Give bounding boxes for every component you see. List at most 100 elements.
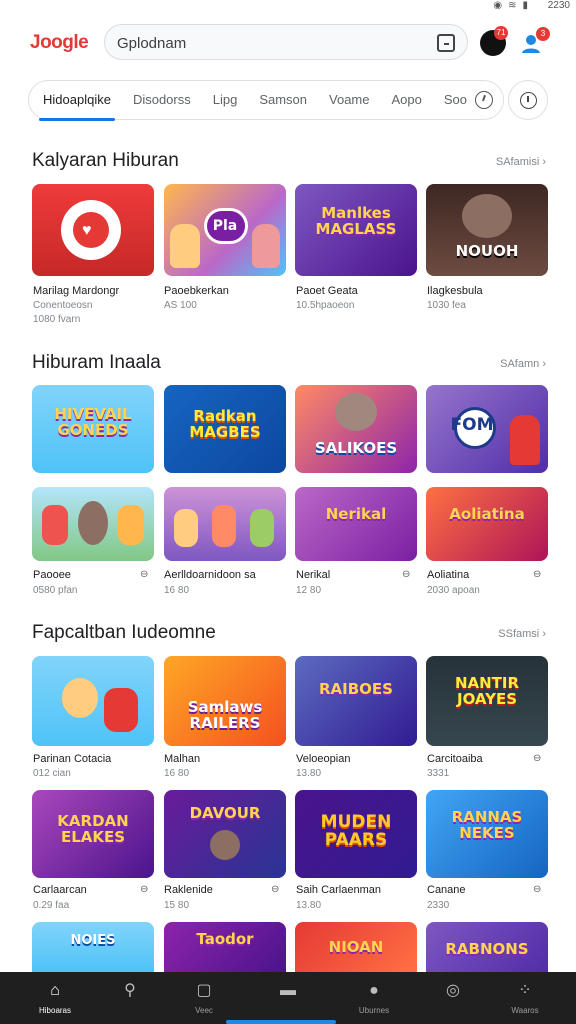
nav-item-search[interactable]: ⚲	[100, 982, 160, 1000]
game-card[interactable]: NANTIR JOAYES	[426, 656, 548, 746]
game-card[interactable]: MUDEN PAARS	[295, 790, 417, 878]
game-title[interactable]: Aoliatina	[427, 569, 469, 581]
game-title[interactable]: Canane	[427, 884, 466, 896]
nav-item-window[interactable]: ▢ Veec	[174, 982, 234, 1015]
search-input[interactable]: Gplodnam	[117, 35, 186, 52]
game-subtitle: 2330	[427, 900, 450, 911]
game-card[interactable]: FOM	[426, 385, 548, 473]
thumb-title: RANNAS NEKES	[451, 808, 523, 842]
download-icon[interactable]: ⊖	[140, 884, 148, 895]
thumb-title: NOUOH	[455, 242, 519, 260]
game-title[interactable]: Veloeopian	[296, 753, 350, 765]
game-title[interactable]: Paoet Geata	[296, 285, 358, 297]
game-card[interactable]: NOIES	[32, 922, 154, 972]
notification-badge: 71	[494, 26, 508, 40]
search-icon: ⚲	[124, 982, 136, 999]
tab-4[interactable]: Voame	[329, 80, 369, 120]
game-title[interactable]: Carcitoaiba	[427, 753, 483, 765]
game-subtitle: Conentoeosn	[33, 300, 93, 311]
games-icon: ●	[369, 982, 379, 999]
game-card[interactable]	[164, 487, 286, 561]
game-subtitle: 3331	[427, 768, 450, 779]
nav-item-home[interactable]: ⌂ Hiboaras	[25, 982, 85, 1015]
game-card[interactable]: Nerikal	[295, 487, 417, 561]
game-title[interactable]: Malhan	[164, 753, 200, 765]
game-card[interactable]: HIVEVAIL GONEDS	[32, 385, 154, 473]
tab-2[interactable]: Lipg	[213, 80, 238, 120]
game-subtitle: 13.80	[296, 768, 322, 779]
thumb-title: Manlkes MAGLASS	[315, 204, 397, 238]
game-title[interactable]: Paooee	[33, 569, 71, 581]
game-subtitle: 16 80	[164, 585, 190, 596]
download-icon[interactable]: ⊖	[533, 884, 541, 895]
nav-item-explore[interactable]: ◎	[423, 982, 483, 1000]
game-card[interactable]: RAIBOES	[295, 656, 417, 746]
see-more-link[interactable]: SAfamn ›	[500, 358, 546, 370]
tab-1[interactable]: Disodorss	[133, 80, 191, 120]
thumb-title: RABNONS	[445, 940, 529, 958]
nav-active-indicator	[226, 1020, 336, 1024]
status-bar: ◉ ≋ ▮ 2230	[0, 0, 576, 14]
game-card[interactable]: Aoliatina	[426, 487, 548, 561]
download-icon[interactable]: ⊖	[533, 753, 541, 764]
game-title[interactable]: Carlaarcan	[33, 884, 87, 896]
game-card[interactable]	[32, 487, 154, 561]
search-bar[interactable]: Gplodnam	[104, 24, 468, 60]
nav-label: Veec	[195, 1006, 213, 1015]
game-card[interactable]: NOUOH	[426, 184, 548, 276]
download-icon[interactable]: ⊖	[271, 884, 279, 895]
thumb-title: NOIES	[70, 933, 116, 948]
nav-item-library[interactable]: ▬	[258, 982, 318, 1000]
app-logo[interactable]: Joogle	[30, 32, 89, 54]
game-card[interactable]: RABNONS	[426, 922, 548, 972]
nav-item-grid[interactable]: ⁘ Waaros	[495, 982, 555, 1015]
game-subtitle: 012 cian	[33, 768, 71, 779]
top-bar: Joogle Gplodnam 71 3	[0, 22, 576, 62]
thumb-title: Radkan MAGBES	[189, 407, 261, 441]
see-more-link[interactable]: SAfamisi ›	[496, 156, 546, 168]
tab-6[interactable]: Soo	[444, 80, 467, 120]
game-card[interactable]: RANNAS NEKES	[426, 790, 548, 878]
tab-3[interactable]: Samson	[259, 80, 307, 120]
game-card[interactable]: Samlaws RAILERS	[164, 656, 286, 746]
game-card[interactable]: Taodor	[164, 922, 286, 972]
nav-item-games[interactable]: ● Uburnes	[344, 982, 404, 1015]
game-card[interactable]: SALIKOES	[295, 385, 417, 473]
game-card[interactable]: NIOAN	[295, 922, 417, 972]
game-card[interactable]: Pla	[164, 184, 286, 276]
game-title[interactable]: Ilagkesbula	[427, 285, 483, 297]
game-title[interactable]: Parinan Cotacia	[33, 753, 111, 765]
game-card[interactable]: ♥	[32, 184, 154, 276]
download-icon[interactable]: ⊖	[140, 569, 148, 580]
game-title[interactable]: Paoebkerkan	[164, 285, 229, 297]
game-subtitle: 10.5hpaoeon	[296, 300, 355, 311]
download-icon[interactable]: ⊖	[402, 569, 410, 580]
see-more-link[interactable]: SSfamsi ›	[498, 628, 546, 640]
thumb-title: Aoliatina	[449, 505, 525, 523]
game-card[interactable]: KARDAN ELAKES	[32, 790, 154, 878]
section-title: Fapcaltban Iudeomne	[32, 622, 216, 643]
game-card[interactable]: Manlkes MAGLASS	[295, 184, 417, 276]
game-title[interactable]: Saih Carlaenman	[296, 884, 381, 896]
game-title[interactable]: Nerikal	[296, 569, 330, 581]
download-icon[interactable]: ⊖	[533, 569, 541, 580]
history-icon[interactable]	[475, 91, 493, 109]
game-title[interactable]: Raklenide	[164, 884, 213, 896]
game-card[interactable]: Radkan MAGBES	[164, 385, 286, 473]
thumb-title: Taodor	[196, 930, 254, 948]
tab-5[interactable]: Aopo	[392, 80, 422, 120]
thumb-title: MUDEN PAARS	[320, 812, 392, 850]
game-title[interactable]: Marilag Mardongr	[33, 285, 119, 297]
see-more-label: SAfamn	[500, 358, 540, 370]
explore-icon: ◎	[446, 982, 460, 999]
nav-label: Waaros	[511, 1006, 539, 1015]
game-meta: 1080 fvarn	[33, 314, 81, 325]
game-card[interactable]	[32, 656, 154, 746]
image-search-icon[interactable]	[437, 34, 455, 52]
bottom-navigation: ⌂ Hiboaras ⚲ ▢ Veec ▬ ● Uburnes ◎ ⁘ Waar…	[0, 972, 576, 1024]
tab-0[interactable]: Hidoaplqike	[39, 80, 115, 121]
game-card[interactable]: DAVOUR	[164, 790, 286, 878]
game-subtitle: 16 80	[164, 768, 190, 779]
more-tabs-button[interactable]	[508, 80, 548, 120]
game-title[interactable]: Aerlldoarnidoon sa	[164, 569, 256, 581]
